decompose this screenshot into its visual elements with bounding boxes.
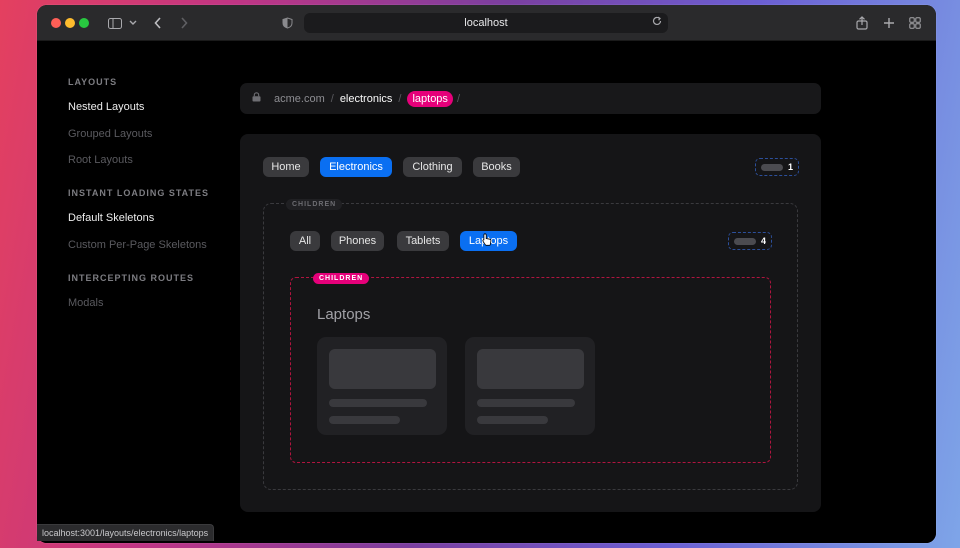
sidebar-item-custom-skeletons[interactable]: Custom Per-Page Skeletons bbox=[68, 239, 207, 251]
render-counter: 1 bbox=[755, 158, 800, 176]
subtab-phones[interactable]: Phones bbox=[331, 231, 384, 251]
breadcrumb-separator: / bbox=[398, 92, 402, 105]
sidebar-item-grouped-layouts[interactable]: Grouped Layouts bbox=[68, 128, 152, 140]
counter-bar bbox=[761, 163, 783, 171]
back-icon[interactable] bbox=[152, 15, 164, 31]
sidebar-item-default-skeletons[interactable]: Default Skeletons bbox=[68, 212, 154, 224]
product-skeleton-card bbox=[465, 337, 595, 435]
counter-value: 1 bbox=[788, 162, 794, 172]
sidebar-section-title: LAYOUTS bbox=[68, 77, 118, 87]
skeleton-line bbox=[329, 416, 400, 424]
chevron-down-icon[interactable] bbox=[128, 15, 138, 31]
sidebar-toggle-icon[interactable] bbox=[107, 15, 123, 31]
page-title: Laptops bbox=[317, 306, 371, 323]
breadcrumb-separator: / bbox=[330, 92, 334, 105]
sidebar-item-root-layouts[interactable]: Root Layouts bbox=[68, 154, 133, 166]
tab-overview-icon[interactable] bbox=[908, 15, 922, 31]
subtab-all[interactable]: All bbox=[290, 231, 320, 251]
maximize-window-button[interactable] bbox=[79, 18, 89, 28]
minimize-window-button[interactable] bbox=[65, 18, 75, 28]
render-counter: 4 bbox=[728, 232, 773, 250]
lock-icon bbox=[252, 92, 261, 105]
breadcrumb-segment-laptops[interactable]: laptops bbox=[407, 90, 453, 107]
counter-bar bbox=[734, 237, 756, 245]
close-window-button[interactable] bbox=[51, 18, 61, 28]
reload-icon[interactable] bbox=[652, 16, 662, 29]
status-bar-url: localhost:3001/layouts/electronics/lapto… bbox=[37, 524, 215, 541]
privacy-shield-icon[interactable] bbox=[281, 15, 293, 31]
tab-electronics[interactable]: Electronics bbox=[320, 157, 392, 177]
children-label: CHILDREN bbox=[286, 199, 343, 210]
sidebar-item-modals[interactable]: Modals bbox=[68, 297, 103, 309]
tab-clothing[interactable]: Clothing bbox=[403, 157, 462, 177]
page-content: LAYOUTS Nested Layouts Grouped Layouts R… bbox=[37, 42, 936, 543]
skeleton-line bbox=[477, 416, 548, 424]
browser-titlebar: localhost bbox=[37, 5, 936, 41]
inner-children-label: CHILDREN bbox=[313, 273, 370, 284]
browser-window: localhost LAYOUTS Nested Layouts Grouped… bbox=[37, 5, 936, 543]
sidebar-section-title: INTERCEPTING ROUTES bbox=[68, 273, 195, 283]
layout-panel: Home Electronics Clothing Books 1 CHILDR… bbox=[240, 134, 821, 512]
tab-books[interactable]: Books bbox=[473, 157, 520, 177]
skeleton-line bbox=[329, 399, 427, 407]
skeleton-line bbox=[477, 399, 575, 407]
sidebar-section-title: INSTANT LOADING STATES bbox=[68, 188, 209, 198]
breadcrumb: acme.com / electronics / laptops / bbox=[240, 83, 821, 114]
counter-value: 4 bbox=[761, 236, 767, 246]
address-bar[interactable]: localhost bbox=[304, 13, 668, 33]
share-icon[interactable] bbox=[855, 15, 869, 31]
skeleton-image bbox=[477, 349, 584, 389]
breadcrumb-separator: / bbox=[456, 92, 460, 105]
forward-icon[interactable] bbox=[178, 15, 190, 31]
subtab-tablets[interactable]: Tablets bbox=[397, 231, 449, 251]
skeleton-image bbox=[329, 349, 436, 389]
sidebar-item-nested-layouts[interactable]: Nested Layouts bbox=[68, 101, 144, 113]
product-skeleton-card bbox=[317, 337, 447, 435]
address-bar-text: localhost bbox=[464, 17, 508, 29]
tab-home[interactable]: Home bbox=[263, 157, 309, 177]
new-tab-icon[interactable] bbox=[882, 15, 896, 31]
breadcrumb-segment-electronics[interactable]: electronics bbox=[340, 93, 393, 105]
breadcrumb-domain[interactable]: acme.com bbox=[274, 93, 325, 105]
